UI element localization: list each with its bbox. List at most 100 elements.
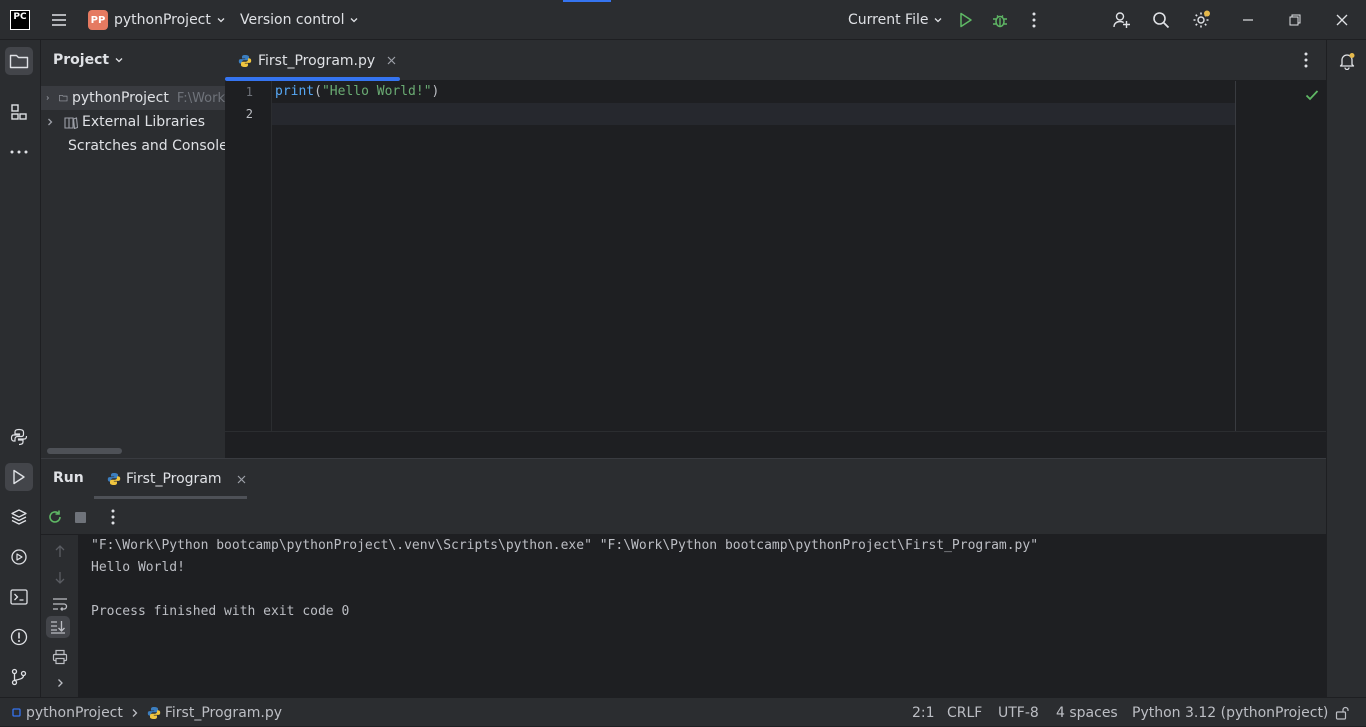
project-tool-icon[interactable] xyxy=(5,47,33,75)
services-icon[interactable] xyxy=(5,543,33,571)
breadcrumb-project[interactable]: pythonProject xyxy=(26,705,123,721)
version-control-menu[interactable]: Version control xyxy=(240,0,359,40)
git-icon[interactable] xyxy=(5,663,33,691)
rerun-icon[interactable] xyxy=(41,503,69,531)
horizontal-scrollbar[interactable] xyxy=(47,448,122,454)
soft-wrap-icon[interactable] xyxy=(46,590,74,618)
python-file-icon xyxy=(238,54,252,67)
code-line-2[interactable] xyxy=(275,103,1175,125)
settings-icon[interactable] xyxy=(1187,6,1215,34)
run-panel-header: Run First_Program xyxy=(41,459,1326,499)
editor-tab-label: First_Program.py xyxy=(258,52,376,69)
run-icon[interactable] xyxy=(952,6,980,34)
run-tool-window: Run First_Program "F:\Work\Python bootca… xyxy=(41,458,1326,698)
code-function: print xyxy=(275,84,315,99)
run-tab-label: First_Program xyxy=(126,471,222,487)
code-string: "Hello World!" xyxy=(321,84,432,99)
pycharm-logo[interactable]: PC xyxy=(10,10,30,30)
editor-tab-bar: First_Program.py xyxy=(225,40,1326,81)
minimize-window-icon[interactable] xyxy=(1234,6,1262,34)
more-tools-icon[interactable] xyxy=(5,138,33,166)
title-bar: PC PP pythonProject Version control Curr… xyxy=(0,0,1366,40)
read-only-lock-icon[interactable] xyxy=(1335,698,1349,727)
notifications-icon[interactable] xyxy=(1333,47,1361,75)
tab-options-icon[interactable] xyxy=(1292,46,1320,74)
chevron-right-icon xyxy=(132,708,138,717)
tree-item-external-libraries[interactable]: External Libraries xyxy=(41,110,225,134)
restore-window-icon[interactable] xyxy=(1281,6,1309,34)
project-name: pythonProject xyxy=(114,12,211,28)
no-problems-check-icon[interactable] xyxy=(1305,89,1319,101)
caret-position[interactable]: 2:1 xyxy=(912,698,935,727)
console-output-line: "F:\Work\Python bootcamp\pythonProject\.… xyxy=(91,538,1039,553)
run-tab-first-program[interactable]: First_Program xyxy=(94,459,247,499)
python-console-icon[interactable] xyxy=(5,423,33,451)
run-config-label: Current File xyxy=(848,12,929,28)
window-drag-indicator xyxy=(563,0,611,2)
module-icon xyxy=(12,707,21,717)
external-libraries-label: External Libraries xyxy=(82,114,205,130)
project-root-label: pythonProject xyxy=(71,90,169,106)
run-side-toolbar xyxy=(41,535,79,698)
editor-tab-first-program[interactable]: First_Program.py xyxy=(225,40,400,81)
python-file-icon xyxy=(147,706,161,719)
indent-setting[interactable]: 4 spaces xyxy=(1056,698,1118,727)
chevron-right-icon xyxy=(48,118,53,126)
run-configuration-selector[interactable]: Current File xyxy=(848,0,943,40)
project-panel-header[interactable]: Project xyxy=(53,52,124,68)
close-tab-icon[interactable] xyxy=(237,475,246,484)
console-output-line: Process finished with exit code 0 xyxy=(91,604,350,619)
scratches-label: Scratches and Consoles xyxy=(68,138,225,154)
structure-icon[interactable] xyxy=(5,98,33,126)
search-icon[interactable] xyxy=(1147,6,1175,34)
left-tool-strip xyxy=(0,40,41,697)
close-window-icon[interactable] xyxy=(1328,6,1356,34)
run-more-options-icon[interactable] xyxy=(99,503,127,531)
problems-icon[interactable] xyxy=(5,623,33,651)
line-number: 2 xyxy=(245,107,253,121)
line-separator[interactable]: CRLF xyxy=(947,698,982,727)
breadcrumb: pythonProject First_Program.py xyxy=(12,698,282,727)
stop-icon[interactable] xyxy=(66,503,94,531)
scroll-down-icon[interactable] xyxy=(46,564,74,592)
editor-area: First_Program.py 1 2 print("Hello World!… xyxy=(225,40,1326,458)
more-actions-icon[interactable] xyxy=(1020,6,1048,34)
main-menu-icon[interactable] xyxy=(45,6,73,34)
code-paren: ( xyxy=(314,84,322,99)
editor-bottom-divider xyxy=(225,431,1326,432)
code-line-1[interactable]: print("Hello World!") xyxy=(275,81,439,103)
close-tab-icon[interactable] xyxy=(387,56,396,65)
chevron-down-icon xyxy=(351,18,358,23)
debug-icon[interactable] xyxy=(986,6,1014,34)
run-tool-icon[interactable] xyxy=(5,463,33,491)
expand-toolbar-icon[interactable] xyxy=(46,669,74,697)
python-interpreter[interactable]: Python 3.12 (pythonProject) xyxy=(1132,698,1328,727)
tree-item-project-root[interactable]: pythonProject F:\Work xyxy=(41,86,225,110)
project-root-path: F:\Work xyxy=(176,90,225,106)
project-switcher[interactable]: PP pythonProject xyxy=(88,0,226,40)
code-paren: ) xyxy=(431,84,440,99)
scroll-to-end-icon[interactable] xyxy=(46,616,70,638)
file-encoding[interactable]: UTF-8 xyxy=(998,698,1039,727)
breadcrumb-file[interactable]: First_Program.py xyxy=(165,705,282,721)
code-with-me-icon[interactable] xyxy=(1108,6,1136,34)
library-icon xyxy=(64,117,78,129)
version-control-label: Version control xyxy=(240,12,345,28)
terminal-icon[interactable] xyxy=(5,583,33,611)
project-badge: PP xyxy=(88,10,108,30)
chevron-down-icon xyxy=(115,58,123,63)
python-packages-icon[interactable] xyxy=(5,503,33,531)
tree-item-scratches[interactable]: Scratches and Consoles xyxy=(41,134,225,158)
run-panel-title: Run xyxy=(53,470,84,486)
chevron-right-icon xyxy=(46,96,49,100)
right-margin-guide xyxy=(1235,81,1236,431)
project-tool-window: Project pythonProject F:\Work External L… xyxy=(41,40,225,458)
line-number-gutter: 1 2 xyxy=(225,81,272,431)
line-number: 1 xyxy=(245,85,253,99)
chevron-down-icon xyxy=(935,18,942,23)
run-toolbar xyxy=(41,499,1326,535)
print-icon[interactable] xyxy=(46,643,74,671)
folder-icon xyxy=(59,94,68,102)
scroll-up-icon[interactable] xyxy=(46,537,74,565)
console-output-line: Hello World! xyxy=(91,560,185,575)
